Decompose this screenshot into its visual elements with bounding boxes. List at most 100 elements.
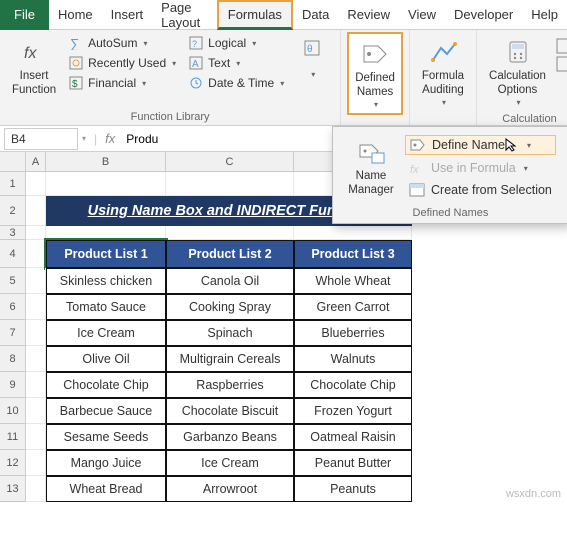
- row-header[interactable]: 9: [0, 372, 26, 398]
- cell[interactable]: [26, 294, 46, 320]
- data-cell[interactable]: Oatmeal Raisin: [294, 424, 412, 450]
- review-tab[interactable]: Review: [338, 0, 399, 30]
- calculation-options-label: Calculation Options: [489, 70, 546, 98]
- calc-now-icon[interactable]: [556, 38, 567, 54]
- cell[interactable]: [26, 268, 46, 294]
- data-tab[interactable]: Data: [293, 0, 338, 30]
- logical-button[interactable]: ? Logical▾: [186, 34, 286, 52]
- data-cell[interactable]: Mango Juice: [46, 450, 166, 476]
- text-icon: A: [188, 55, 204, 71]
- data-cell[interactable]: Whole Wheat: [294, 268, 412, 294]
- row-header[interactable]: 13: [0, 476, 26, 502]
- row-header[interactable]: 3: [0, 226, 26, 240]
- data-cell[interactable]: Spinach: [166, 320, 294, 346]
- data-cell[interactable]: Canola Oil: [166, 268, 294, 294]
- data-cell[interactable]: Chocolate Biscuit: [166, 398, 294, 424]
- cell[interactable]: [26, 226, 46, 240]
- data-cell[interactable]: Chocolate Chip: [294, 372, 412, 398]
- data-cell[interactable]: Cooking Spray: [166, 294, 294, 320]
- data-cell[interactable]: Peanut Butter: [294, 450, 412, 476]
- data-cell[interactable]: Arrowroot: [166, 476, 294, 502]
- cell[interactable]: [26, 240, 46, 268]
- name-manager-button[interactable]: Name Manager: [341, 131, 401, 203]
- define-name-item[interactable]: Define Name ▾: [405, 135, 556, 155]
- row-header[interactable]: 12: [0, 450, 26, 476]
- formula-auditing-button[interactable]: Formula Auditing ▾: [416, 32, 470, 111]
- row-header[interactable]: 8: [0, 346, 26, 372]
- data-cell[interactable]: Peanuts: [294, 476, 412, 502]
- cell[interactable]: [46, 172, 166, 196]
- defined-names-button[interactable]: Defined Names ▾: [347, 32, 403, 115]
- cell[interactable]: [26, 196, 46, 226]
- row-header[interactable]: 4: [0, 240, 26, 268]
- row-header[interactable]: 7: [0, 320, 26, 346]
- view-tab[interactable]: View: [399, 0, 445, 30]
- select-all-corner[interactable]: [0, 152, 26, 172]
- cell[interactable]: [166, 226, 294, 240]
- create-from-selection-item[interactable]: Create from Selection: [405, 181, 556, 199]
- data-cell[interactable]: Raspberries: [166, 372, 294, 398]
- cell[interactable]: [26, 320, 46, 346]
- ribbon: fx Insert Function ∑ AutoSum▾ Recently U…: [0, 30, 567, 126]
- data-cell[interactable]: Garbanzo Beans: [166, 424, 294, 450]
- data-cell[interactable]: Sesame Seeds: [46, 424, 166, 450]
- data-cell[interactable]: Frozen Yogurt: [294, 398, 412, 424]
- home-tab[interactable]: Home: [49, 0, 102, 30]
- help-tab[interactable]: Help: [522, 0, 567, 30]
- name-box-caret[interactable]: ▾: [82, 134, 94, 143]
- col-header[interactable]: C: [166, 152, 294, 172]
- cell[interactable]: [26, 476, 46, 502]
- financial-button[interactable]: $ Financial▾: [66, 74, 178, 92]
- file-tab[interactable]: File: [0, 0, 49, 30]
- data-cell[interactable]: Chocolate Chip: [46, 372, 166, 398]
- calculation-options-button[interactable]: Calculation Options ▾: [483, 32, 552, 111]
- col-header[interactable]: A: [26, 152, 46, 172]
- data-cell[interactable]: Wheat Bread: [46, 476, 166, 502]
- more-functions-button[interactable]: θ ▾: [290, 32, 334, 84]
- data-cell[interactable]: Barbecue Sauce: [46, 398, 166, 424]
- cell[interactable]: [26, 424, 46, 450]
- cell[interactable]: [26, 398, 46, 424]
- row-header[interactable]: 5: [0, 268, 26, 294]
- data-cell[interactable]: Walnuts: [294, 346, 412, 372]
- data-cell[interactable]: Olive Oil: [46, 346, 166, 372]
- row-header[interactable]: 10: [0, 398, 26, 424]
- data-cell[interactable]: Skinless chicken: [46, 268, 166, 294]
- name-box[interactable]: B4: [4, 128, 78, 150]
- data-cell[interactable]: Multigrain Cereals: [166, 346, 294, 372]
- name-manager-icon: [355, 136, 387, 168]
- row-header[interactable]: 11: [0, 424, 26, 450]
- formulas-tab[interactable]: Formulas: [217, 0, 293, 30]
- fx-icon[interactable]: fx: [97, 131, 123, 146]
- row-header[interactable]: 6: [0, 294, 26, 320]
- header-cell[interactable]: Product List 2: [166, 240, 294, 268]
- developer-tab[interactable]: Developer: [445, 0, 522, 30]
- data-cell[interactable]: Green Carrot: [294, 294, 412, 320]
- autosum-button[interactable]: ∑ AutoSum▾: [66, 34, 178, 52]
- group-formula-auditing: Formula Auditing ▾: [410, 30, 477, 125]
- row-header[interactable]: 1: [0, 172, 26, 196]
- datetime-button[interactable]: Date & Time▾: [186, 74, 286, 92]
- header-cell[interactable]: Product List 1: [46, 240, 166, 268]
- recently-used-button[interactable]: Recently Used▾: [66, 54, 178, 72]
- text-button[interactable]: A Text▾: [186, 54, 286, 72]
- cell[interactable]: [46, 226, 166, 240]
- calc-sheet-icon[interactable]: [556, 56, 567, 72]
- data-cell[interactable]: Ice Cream: [46, 320, 166, 346]
- cell[interactable]: [294, 226, 412, 240]
- data-cell[interactable]: Tomato Sauce: [46, 294, 166, 320]
- logical-icon: ?: [188, 35, 204, 51]
- data-cell[interactable]: Blueberries: [294, 320, 412, 346]
- insert-function-button[interactable]: fx Insert Function: [6, 32, 62, 102]
- data-cell[interactable]: Ice Cream: [166, 450, 294, 476]
- header-cell[interactable]: Product List 3: [294, 240, 412, 268]
- pagelayout-tab[interactable]: Page Layout: [152, 0, 217, 30]
- cell[interactable]: [26, 172, 46, 196]
- cell[interactable]: [26, 346, 46, 372]
- row-header[interactable]: 2: [0, 196, 26, 226]
- cell[interactable]: [26, 372, 46, 398]
- insert-tab[interactable]: Insert: [102, 0, 153, 30]
- col-header[interactable]: B: [46, 152, 166, 172]
- cell[interactable]: [166, 172, 294, 196]
- cell[interactable]: [26, 450, 46, 476]
